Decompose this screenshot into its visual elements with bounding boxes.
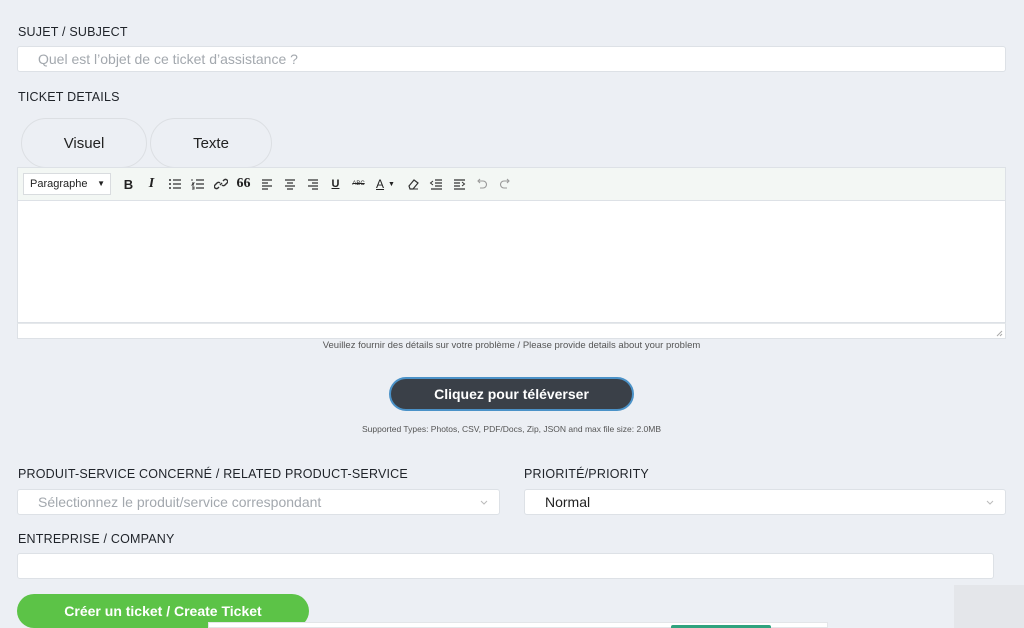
subject-placeholder: Quel est l’objet de ce ticket d’assistan… xyxy=(38,51,298,67)
align-left-icon[interactable] xyxy=(257,173,277,195)
text-color-icon[interactable]: A ▼ xyxy=(372,173,400,195)
clear-format-icon[interactable] xyxy=(403,173,423,195)
redo-icon[interactable] xyxy=(495,173,515,195)
strikethrough-icon[interactable]: ABC xyxy=(349,173,369,195)
product-label: PRODUIT-SERVICE CONCERNÉ / RELATED PRODU… xyxy=(18,467,408,481)
priority-select[interactable]: Normal xyxy=(524,489,1006,515)
indent-icon[interactable] xyxy=(449,173,469,195)
priority-label: PRIORITÉ/PRIORITY xyxy=(524,467,649,481)
ticket-details-label: TICKET DETAILS xyxy=(18,90,120,104)
text-color-letter: A xyxy=(376,177,385,191)
align-center-icon[interactable] xyxy=(280,173,300,195)
format-select-value: Paragraphe xyxy=(30,178,88,190)
undo-icon[interactable] xyxy=(472,173,492,195)
chevron-down-icon xyxy=(480,500,488,505)
priority-value: Normal xyxy=(545,494,591,510)
product-select[interactable]: Sélectionnez le produit/service correspo… xyxy=(17,489,500,515)
subject-label: SUJET / SUBJECT xyxy=(18,25,128,39)
link-icon[interactable] xyxy=(211,173,231,195)
underline-icon[interactable]: U xyxy=(326,173,346,195)
company-label: ENTREPRISE / COMPANY xyxy=(18,532,175,546)
subject-input[interactable]: Quel est l’objet de ce ticket d’assistan… xyxy=(17,46,1006,72)
tab-texte[interactable]: Texte xyxy=(150,118,272,168)
numbered-list-icon[interactable] xyxy=(188,173,208,195)
align-right-icon[interactable] xyxy=(303,173,323,195)
editor-toolbar: Paragraphe ▼ B I 66 U ABC A ▼ xyxy=(17,167,1006,201)
resize-handle-icon[interactable] xyxy=(995,329,1003,337)
product-placeholder: Sélectionnez le produit/service correspo… xyxy=(38,494,322,510)
company-input[interactable] xyxy=(17,553,994,579)
format-select[interactable]: Paragraphe ▼ xyxy=(23,173,111,195)
editor-text-area[interactable] xyxy=(17,201,1006,323)
tab-visuel[interactable]: Visuel xyxy=(21,118,147,168)
blockquote-icon[interactable]: 66 xyxy=(234,173,254,195)
details-hint: Veuillez fournir des détails sur votre p… xyxy=(322,340,701,351)
text-color-dropdown-icon: ▼ xyxy=(388,180,395,188)
bullet-list-icon[interactable] xyxy=(165,173,185,195)
bold-icon[interactable]: B xyxy=(119,173,139,195)
editor-status-bar xyxy=(17,323,1006,339)
italic-icon[interactable]: I xyxy=(142,173,162,195)
upload-button[interactable]: Cliquez pour téléverser xyxy=(389,377,634,411)
chevron-down-icon xyxy=(986,500,994,505)
bottom-overlay-bar xyxy=(208,622,828,628)
outdent-icon[interactable] xyxy=(426,173,446,195)
chevron-down-icon: ▼ xyxy=(97,179,105,188)
supported-types-text: Supported Types: Photos, CSV, PDF/Docs, … xyxy=(361,424,662,434)
corner-overlay xyxy=(954,585,1024,628)
